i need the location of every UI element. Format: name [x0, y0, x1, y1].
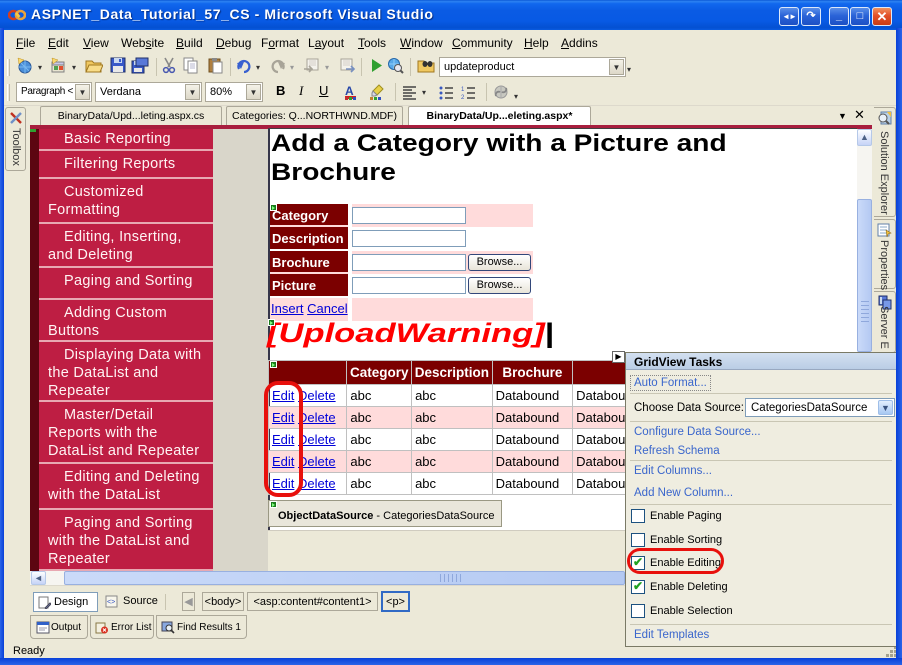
svg-text:<>: <> — [107, 599, 115, 606]
svg-text:1: 1 — [461, 87, 465, 93]
svg-text:A: A — [345, 84, 354, 98]
svg-text:2: 2 — [461, 95, 465, 100]
